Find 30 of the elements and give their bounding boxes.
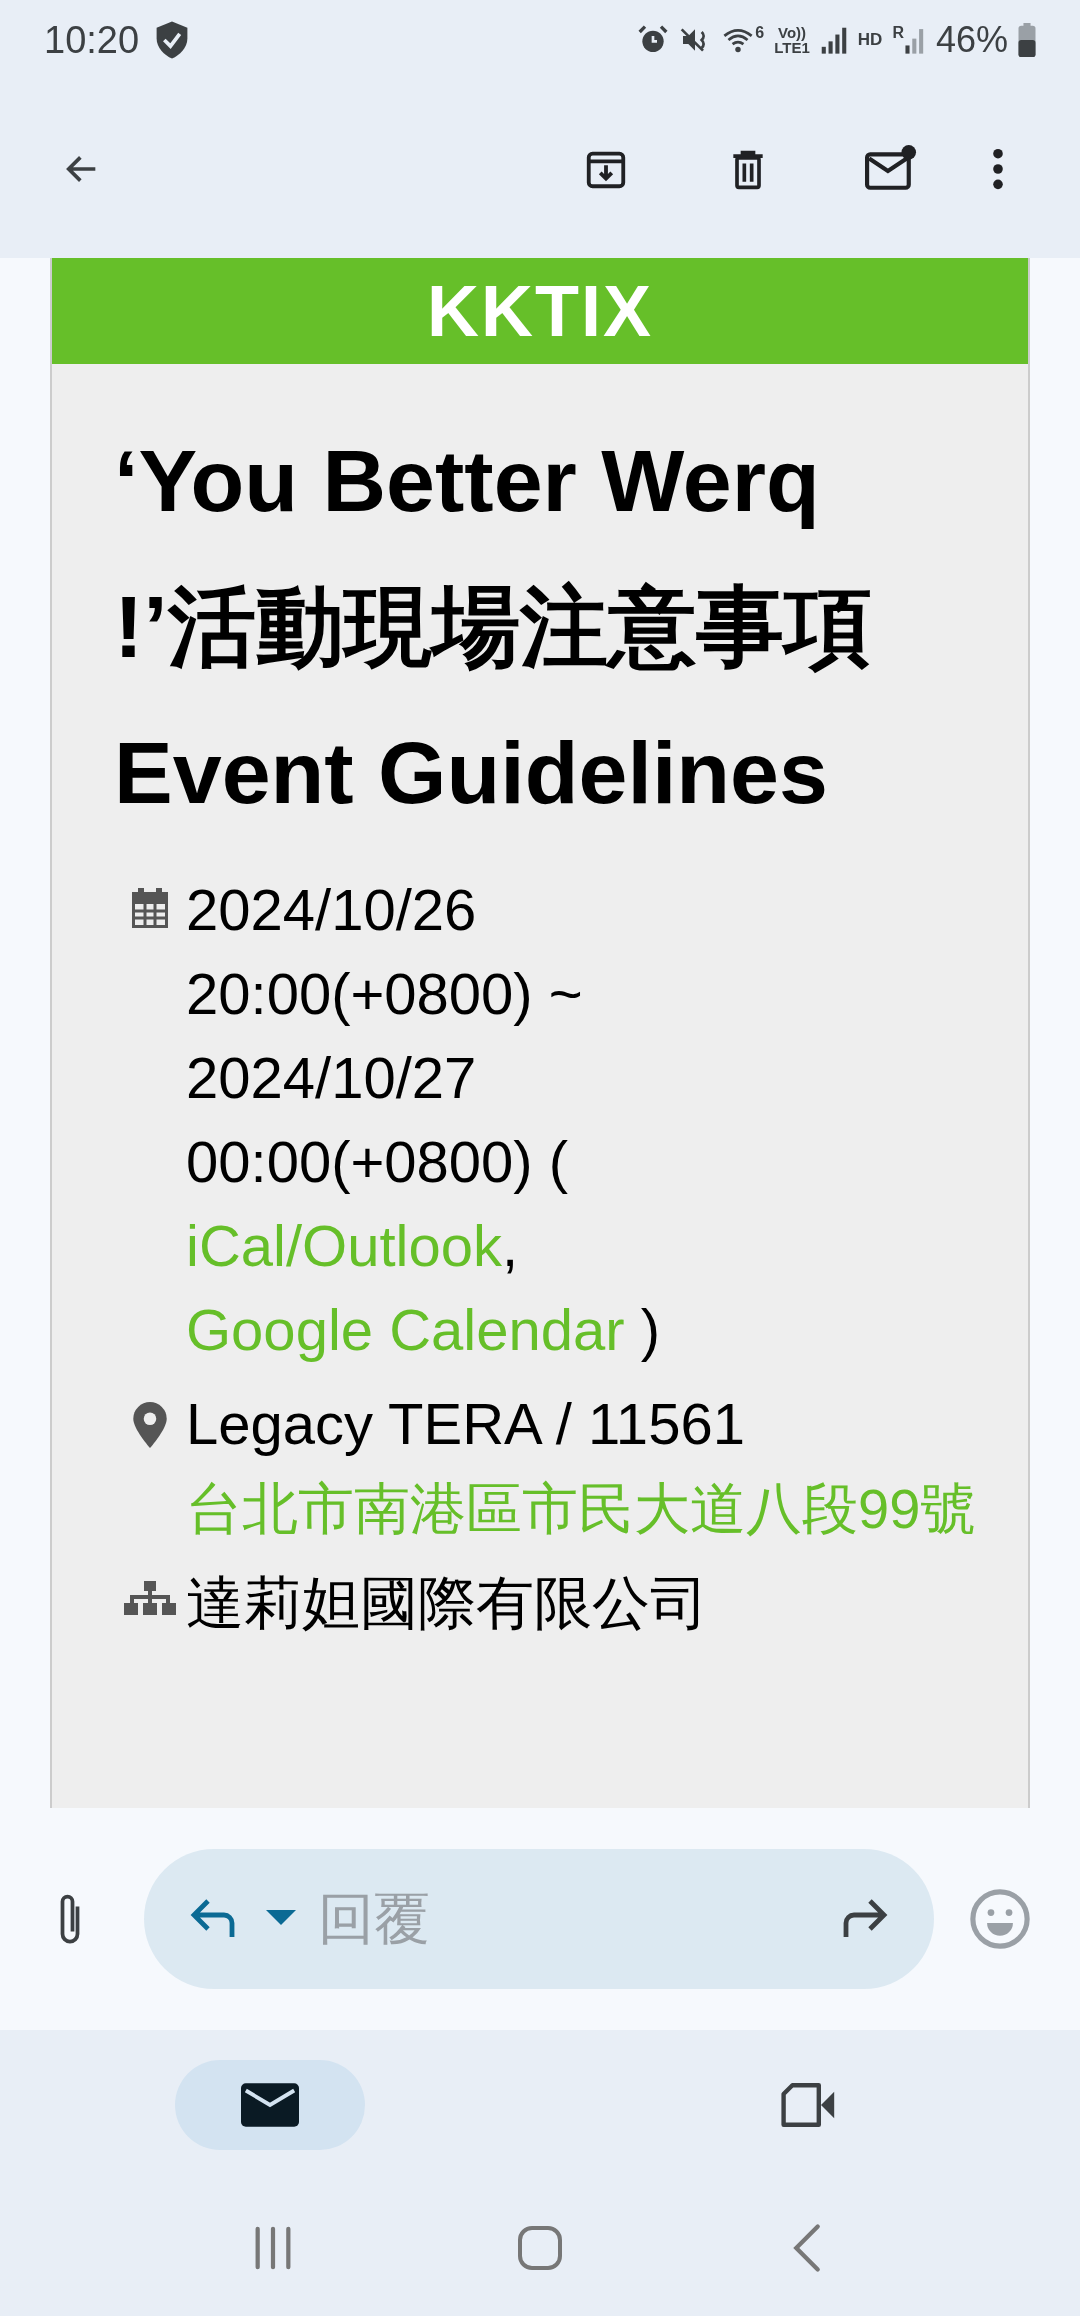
emoji-icon [969,1888,1031,1950]
date-text: ) [639,1297,660,1362]
calendar-link[interactable]: Google Calendar [186,1297,625,1362]
logo-text: KKTIX [427,275,653,347]
email-title: ‘You Better Werq !’活動現場注意事項 Event Guidelines [114,430,873,824]
organization-icon [124,1581,176,1615]
signal-icon [819,25,848,55]
roaming-label: R [892,25,904,41]
battery-percent: 46% [935,18,1008,62]
wifi-label: 6 [755,25,765,41]
battery-icon [1018,23,1036,57]
mail-icon [241,2083,299,2127]
address-link[interactable]: 台北市南港區市民大道八段99號 [186,1467,977,1551]
back-icon [791,2222,822,2274]
more-icon [992,146,1004,192]
date-text: 2024/10/26 20:00(+0800) ~ 2024/10/27 00:00(+0800) ( [186,876,584,1196]
reply-input[interactable]: 回覆 [318,1877,834,1961]
venue-text: Legacy TERA / 11561 [186,1391,745,1456]
status-time: 10:20 [44,17,140,63]
location-pin-icon [133,1402,167,1448]
hd-label: HD [857,29,883,52]
home-icon [516,2224,564,2272]
volte-label: Vo)) [778,25,807,40]
lte-label: LTE1 [774,40,810,55]
caret-icon [266,1910,296,1928]
organizer-text: 達莉妲國際有限公司 [186,1570,708,1635]
date-text: , [501,1213,519,1278]
calendar-link[interactable]: iCal/Outlook [186,1213,502,1278]
reply-field[interactable]: 回覆 [144,1849,934,1989]
calendar-icon [130,888,170,930]
